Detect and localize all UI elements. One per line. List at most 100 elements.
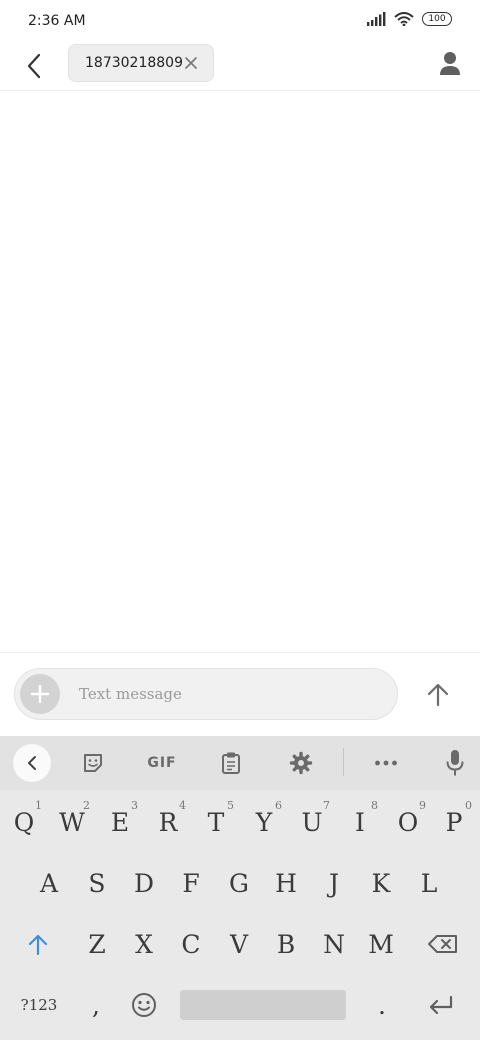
more-dots-icon — [375, 760, 397, 766]
key-y[interactable]: Y6 — [244, 797, 284, 847]
period-key-label: . — [378, 990, 386, 1020]
key-l-label: L — [420, 868, 438, 898]
key-y-hint: 6 — [275, 799, 282, 812]
key-l[interactable]: L — [409, 858, 449, 908]
key-g-label: G — [229, 868, 249, 898]
status-icons: 100 — [366, 12, 452, 26]
key-q-hint: 1 — [35, 799, 42, 812]
key-m[interactable]: M — [361, 919, 401, 969]
arrow-up-icon — [427, 683, 449, 707]
keyboard-collapse-button[interactable] — [13, 744, 51, 782]
status-bar: 2:36 AM 100 — [0, 0, 480, 44]
key-q[interactable]: Q1 — [4, 797, 44, 847]
key-r[interactable]: R4 — [148, 797, 188, 847]
key-i[interactable]: I8 — [340, 797, 380, 847]
key-j-label: J — [328, 868, 340, 898]
key-e-hint: 3 — [131, 799, 138, 812]
message-input[interactable] — [79, 669, 379, 719]
key-g[interactable]: G — [219, 858, 259, 908]
keyboard: GIF Q 1 W 2 E 3 R 4 T 5 Y 6 U 7 I 8 O 9 … — [0, 736, 480, 1040]
key-f-label: F — [182, 868, 200, 898]
symbols-key-label: ?123 — [20, 996, 58, 1014]
key-b-label: B — [276, 929, 296, 959]
settings-button[interactable] — [283, 745, 319, 781]
comma-key[interactable]: , — [76, 980, 116, 1030]
conversation-area — [0, 91, 480, 652]
wifi-icon — [394, 12, 414, 26]
key-n[interactable]: N — [314, 919, 354, 969]
back-button[interactable] — [18, 50, 50, 82]
key-u[interactable]: U7 — [292, 797, 332, 847]
key-z-label: Z — [88, 929, 106, 959]
key-q-label: Q — [13, 807, 35, 837]
key-d-label: D — [133, 868, 155, 898]
key-c[interactable]: C — [171, 919, 211, 969]
key-w-label: W — [59, 807, 85, 837]
gif-button[interactable]: GIF — [140, 745, 184, 781]
chevron-left-icon — [27, 53, 41, 79]
toolbar-divider — [343, 748, 344, 776]
backspace-icon — [428, 935, 457, 953]
key-h-label: H — [275, 868, 297, 898]
key-e[interactable]: E3 — [100, 797, 140, 847]
key-w[interactable]: W2 — [52, 797, 92, 847]
period-key[interactable]: . — [362, 980, 402, 1030]
voice-input-button[interactable] — [437, 745, 473, 781]
key-t[interactable]: T5 — [196, 797, 236, 847]
key-b[interactable]: B — [266, 919, 306, 969]
key-k[interactable]: K — [361, 858, 401, 908]
key-f[interactable]: F — [171, 858, 211, 908]
key-t-label: T — [207, 807, 225, 837]
key-m-label: M — [368, 929, 394, 959]
signal-icon — [367, 12, 386, 26]
plus-icon — [30, 684, 50, 704]
backspace-key[interactable] — [421, 919, 465, 969]
key-o-label: O — [397, 807, 419, 837]
symbols-key[interactable]: ?123 — [14, 980, 64, 1030]
recipient-number: 18730218809 — [85, 55, 183, 71]
composer-area — [0, 652, 480, 737]
key-z[interactable]: Z — [77, 919, 117, 969]
key-k-label: K — [371, 868, 391, 898]
chevron-left-icon — [28, 756, 36, 770]
key-p-hint: 0 — [465, 799, 472, 812]
key-y-label: Y — [255, 807, 273, 837]
shift-key[interactable] — [18, 919, 58, 969]
key-r-hint: 4 — [179, 799, 186, 812]
key-a[interactable]: A — [29, 858, 69, 908]
emoji-icon — [132, 993, 156, 1017]
enter-icon — [429, 995, 453, 1015]
key-d[interactable]: D — [124, 858, 164, 908]
clipboard-icon — [222, 752, 240, 774]
comma-key-label: , — [92, 990, 100, 1020]
battery-icon: 100 — [422, 12, 452, 26]
attach-button[interactable] — [20, 674, 60, 714]
key-o[interactable]: O9 — [388, 797, 428, 847]
key-r-label: R — [158, 807, 178, 837]
send-button[interactable] — [420, 677, 456, 713]
key-s-label: S — [88, 868, 106, 898]
clipboard-button[interactable] — [213, 745, 249, 781]
key-p[interactable]: P0 — [434, 797, 474, 847]
key-a-label: A — [39, 868, 59, 898]
key-x-label: X — [135, 929, 153, 959]
gif-label: GIF — [147, 755, 177, 771]
conversation-header: 18730218809 — [0, 44, 480, 91]
emoji-key[interactable] — [124, 980, 164, 1030]
key-j[interactable]: J — [314, 858, 354, 908]
status-time: 2:36 AM — [28, 13, 86, 29]
more-button[interactable] — [368, 745, 404, 781]
key-h[interactable]: H — [266, 858, 306, 908]
enter-key[interactable] — [420, 980, 460, 1030]
key-u-label: U — [301, 807, 323, 837]
space-key[interactable] — [180, 990, 346, 1020]
key-w-hint: 2 — [83, 799, 90, 812]
sticker-button[interactable] — [75, 745, 111, 781]
contact-button[interactable] — [434, 48, 466, 80]
close-icon[interactable] — [183, 55, 199, 71]
recipient-chip[interactable]: 18730218809 — [68, 44, 214, 82]
key-x[interactable]: X — [124, 919, 164, 969]
key-s[interactable]: S — [77, 858, 117, 908]
key-u-hint: 7 — [323, 799, 330, 812]
key-v[interactable]: V — [219, 919, 259, 969]
